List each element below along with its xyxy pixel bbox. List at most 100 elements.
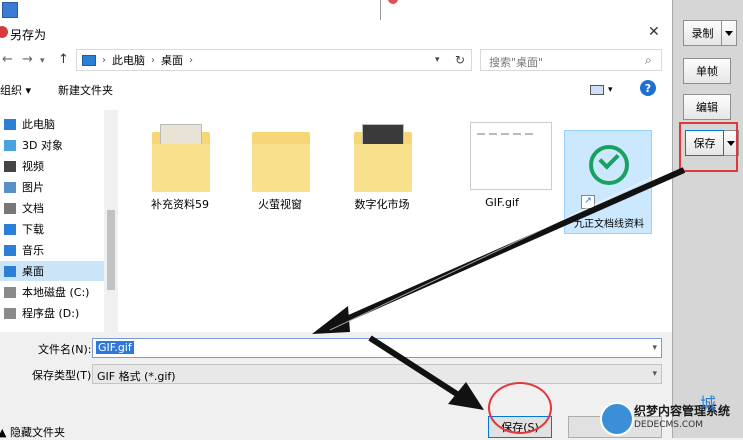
nav-item[interactable]: 音乐 (0, 240, 104, 260)
save-highlight-circle (488, 382, 552, 434)
edit-button[interactable]: 编辑 (683, 94, 731, 120)
video-icon (4, 160, 16, 172)
navigation-bar: ← → ▾ ↑ › 此电脑 › 桌面 › ▾ ↻ 搜索"桌面" ⌕ (0, 46, 672, 76)
file-item[interactable]: GIF.gif (454, 110, 552, 220)
music-icon (4, 244, 16, 256)
red-dot-icon (388, 0, 398, 4)
chevron-down-icon[interactable]: ▾ (608, 85, 613, 95)
dialog-titlebar: 另存为 ✕ (0, 20, 672, 46)
background-window (0, 0, 743, 20)
file-item[interactable]: 补充资料59 (132, 110, 228, 220)
single-frame-button[interactable]: 单帧 (683, 58, 731, 84)
chevron-right-icon: › (189, 54, 193, 66)
nav-item[interactable]: 程序盘 (D:) (0, 303, 104, 323)
nav-item[interactable]: 视频 (0, 156, 104, 176)
forward-icon[interactable]: → (22, 52, 33, 67)
file-label: 九正文档线资料 (574, 219, 644, 230)
recorder-side-panel: 录制 单帧 编辑 保存 (672, 0, 743, 438)
nav-item[interactable]: 图片 (0, 177, 104, 197)
folder-icon (252, 122, 310, 192)
file-label: 数字化市场 (354, 198, 410, 211)
desktop-icon (4, 265, 16, 277)
chevron-right-icon: › (102, 54, 106, 66)
watermark-mark: 城 (700, 394, 717, 413)
watermark: 织梦内容管理系统 DEDECMS.COM 城 (600, 394, 743, 438)
save-as-dialog: 另存为 ✕ ← → ▾ ↑ › 此电脑 › 桌面 › ▾ ↻ 搜索"桌面" ⌕ … (0, 20, 673, 439)
view-options-icon[interactable] (590, 85, 604, 95)
drive-icon (4, 307, 16, 319)
recent-dropdown-icon[interactable]: ▾ (40, 56, 45, 66)
download-icon (4, 223, 16, 235)
record-split-button[interactable]: 录制 (683, 20, 737, 46)
search-placeholder: 搜索"桌面" (489, 56, 544, 69)
save-highlight-box (679, 122, 738, 172)
chevron-right-icon: › (151, 54, 155, 66)
help-icon[interactable]: ? (640, 80, 656, 96)
search-icon: ⌕ (645, 53, 652, 67)
filename-label: 文件名(N): (38, 343, 92, 356)
navigation-pane: 此电脑 3D 对象视频图片文档下载音乐桌面本地磁盘 (C:) 程序盘 (D:) (0, 110, 118, 332)
nav-item-label: 此电脑 (22, 118, 55, 131)
nav-item-label: 程序盘 (D:) (22, 307, 80, 320)
divider (380, 0, 381, 20)
nav-item[interactable]: 3D 对象 (0, 135, 104, 155)
pc-icon (82, 54, 96, 66)
toolbar: 组织 ▾ 新建文件夹 ▾ ? (0, 76, 672, 102)
nav-item[interactable]: 本地磁盘 (C:) (0, 282, 104, 302)
file-item-selected[interactable]: ↗ 九正文档线资料 (564, 130, 652, 234)
filetype-label: 保存类型(T): (32, 369, 96, 382)
breadcrumb-pc[interactable]: 此电脑 (112, 52, 145, 68)
address-bar[interactable]: › 此电脑 › 桌面 › ▾ ↻ (76, 49, 472, 71)
chevron-down-icon[interactable] (722, 20, 737, 46)
file-label: 补充资料59 (151, 198, 209, 211)
back-icon[interactable]: ← (2, 52, 13, 67)
shortcut-arrow-icon: ↗ (581, 195, 595, 209)
nav-item[interactable]: 桌面 (0, 261, 104, 281)
file-view: 补充资料59 火萤视窗 数字化市场 GIF.gif ↗ 九正文档线资料 (118, 110, 672, 332)
filename-value: GIF.gif (96, 341, 134, 354)
nav-item-label: 本地磁盘 (C:) (22, 286, 90, 299)
nav-item[interactable]: 此电脑 (0, 114, 104, 134)
chevron-down-icon[interactable]: ▾ (652, 343, 657, 353)
filename-input[interactable]: GIF.gif ▾ (92, 338, 662, 358)
new-folder-button[interactable]: 新建文件夹 (58, 82, 113, 98)
nav-item-label: 3D 对象 (22, 139, 63, 152)
document-icon (4, 202, 16, 214)
dialog-title: 另存为 (10, 28, 47, 42)
breadcrumb-desktop[interactable]: 桌面 (161, 52, 183, 68)
chevron-down-icon[interactable]: ▾ (652, 369, 657, 379)
nav-item[interactable]: 下载 (0, 219, 104, 239)
nav-item-label: 音乐 (22, 244, 44, 257)
nav-item[interactable]: 文档 (0, 198, 104, 218)
scrollbar-thumb[interactable] (107, 210, 115, 290)
picture-icon (4, 181, 16, 193)
drive-icon (4, 286, 16, 298)
folder-icon (152, 122, 210, 192)
organize-button[interactable]: 组织 ▾ (0, 82, 31, 98)
record-button[interactable]: 录制 (683, 20, 722, 46)
nav-item-label: 图片 (22, 181, 44, 194)
filetype-value: GIF 格式 (*.gif) (97, 370, 176, 383)
cube-icon (4, 139, 16, 151)
close-icon[interactable]: ✕ (648, 24, 660, 40)
check-circle-icon: ↗ (581, 137, 639, 209)
chevron-down-icon[interactable]: ▾ (435, 55, 440, 65)
nav-item-label: 下载 (22, 223, 44, 236)
nav-scrollbar[interactable] (104, 110, 118, 332)
nav-item-label: 桌面 (22, 265, 44, 278)
search-input[interactable]: 搜索"桌面" ⌕ (480, 49, 662, 71)
filetype-select[interactable]: GIF 格式 (*.gif) ▾ (92, 364, 662, 384)
up-icon[interactable]: ↑ (58, 52, 69, 67)
file-label: GIF.gif (485, 196, 519, 209)
app-icon (0, 26, 8, 38)
file-item[interactable]: 数字化市场 (334, 110, 430, 220)
gif-file-icon (470, 122, 552, 192)
app-icon (2, 2, 18, 18)
file-label: 火萤视窗 (258, 198, 302, 211)
refresh-icon[interactable]: ↻ (455, 53, 465, 67)
watermark-subtitle: DEDECMS.COM (634, 420, 703, 430)
folder-icon (354, 122, 412, 192)
nav-item-label: 视频 (22, 160, 44, 173)
pc-icon (4, 118, 16, 130)
file-item[interactable]: 火萤视窗 (232, 110, 328, 220)
